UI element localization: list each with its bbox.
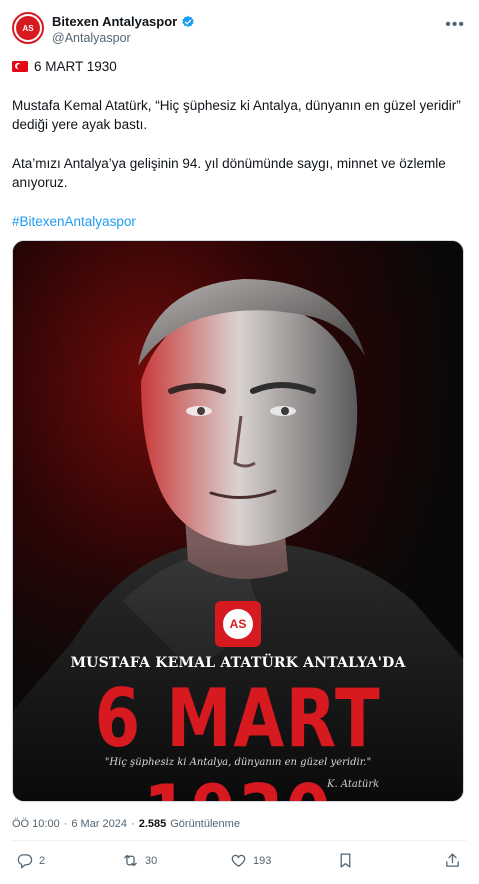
display-name[interactable]: Bitexen Antalyaspor [52,14,177,29]
handle[interactable]: @Antalyaspor [52,31,131,45]
signature: K. Atatürk [327,779,380,790]
bookmark-button[interactable] [337,852,354,869]
retweet-count: 30 [145,854,158,867]
like-button[interactable]: 193 [230,852,271,869]
image-subtitle: MUSTAFA KEMAL ATATÜRK ANTALYA'DA [70,655,406,671]
tweet-header: AS Bitexen Antalyaspor @Antalyaspor ••• [12,10,467,50]
antalyaspor-logo: AS [215,601,261,647]
divider [12,840,467,841]
views-count: 2.585 [138,818,167,830]
tweet-image[interactable]: AS MUSTAFA KEMAL ATATÜRK ANTALYA'DA 6 MA… [12,240,464,802]
bookmark-icon [340,853,351,868]
action-bar: 2 30 193 [12,852,467,876]
like-icon [231,854,246,867]
tweet-time[interactable]: ÖÖ 10:00 [12,818,60,830]
hashtag-link[interactable]: #BitexenAntalyaspor [12,212,467,231]
reply-count: 2 [39,854,46,867]
image-quote: "Hiç şüphesiz ki Antalya, dünyanın en gü… [104,757,372,768]
share-button[interactable] [444,852,461,869]
views-label: Görüntülenme [170,818,240,830]
tweet-date-text: 6 MART 1930 [34,59,117,74]
tweet-line-date: 6 MART 1930 [12,57,467,76]
share-icon [446,853,459,867]
avatar[interactable]: AS [12,12,44,44]
name-row: Bitexen Antalyaspor [52,14,195,29]
like-count: 193 [253,854,272,867]
reply-button[interactable]: 2 [16,852,45,869]
tweet-date[interactable]: 6 Mar 2024 [71,818,127,830]
retweet-button[interactable]: 30 [122,852,157,869]
tweet-line-quote: Mustafa Kemal Atatürk, “Hiç şüphesiz ki … [12,98,461,132]
reply-icon [17,854,33,869]
avatar-logo: AS [16,16,40,40]
meta-separator: · [63,818,68,830]
antalyaspor-logo-mark: AS [220,606,256,642]
turkish-flag-icon [12,61,28,72]
retweet-icon [124,854,137,867]
more-icon[interactable]: ••• [445,16,465,34]
meta-separator: · [131,818,135,830]
tweet-line-tribute: Ata’mızı Antalya’ya gelişinin 94. yıl dö… [12,156,446,190]
verified-badge-icon [182,15,194,27]
tweet-meta: ÖÖ 10:00 · 6 Mar 2024 · 2.585 Görüntülen… [12,818,240,830]
